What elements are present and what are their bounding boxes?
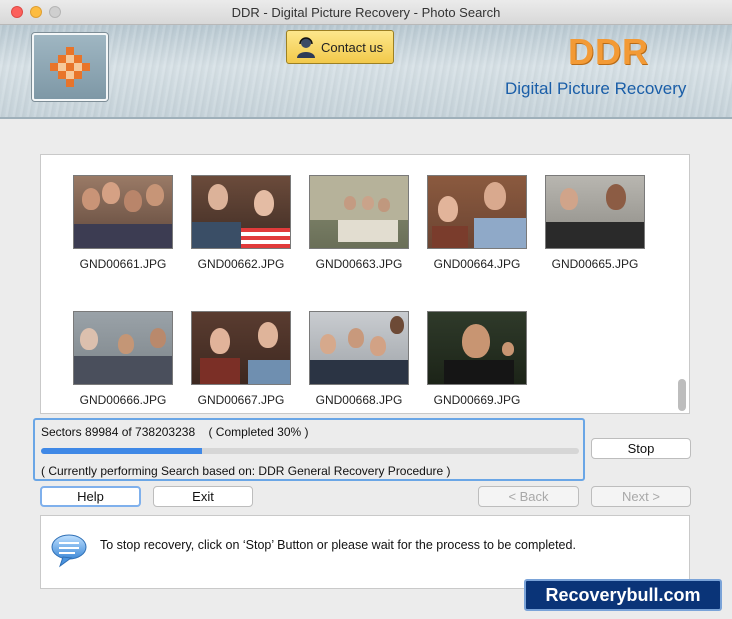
photo-filename: GND00666.JPG [79, 393, 167, 407]
support-agent-icon [295, 36, 317, 63]
photo-image [309, 311, 409, 385]
photo-thumbnail[interactable]: GND00666.JPG [73, 311, 173, 407]
brand-name: DDR [568, 31, 649, 72]
next-button[interactable]: Next > [591, 486, 691, 507]
photo-filename: GND00662.JPG [197, 257, 285, 271]
photo-filename: GND00667.JPG [197, 393, 285, 407]
exit-button[interactable]: Exit [153, 486, 253, 507]
photo-thumbnail[interactable]: GND00668.JPG [309, 311, 409, 407]
photo-image [191, 311, 291, 385]
progress-panel: Sectors 89984 of 738203238 ( Completed 3… [33, 418, 585, 481]
progress-bar [41, 448, 579, 454]
back-button[interactable]: < Back [478, 486, 579, 507]
photo-thumbnail[interactable]: GND00667.JPG [191, 311, 291, 407]
photo-thumbnail[interactable]: GND00669.JPG [427, 311, 527, 407]
progress-bar-fill [41, 448, 203, 454]
photo-thumbnail[interactable]: GND00661.JPG [73, 175, 173, 271]
contact-us-label: Contact us [321, 40, 384, 55]
photo-image [309, 175, 409, 249]
photo-thumbnail[interactable]: GND00663.JPG [309, 175, 409, 271]
stop-button[interactable]: Stop [591, 438, 691, 459]
info-panel: To stop recovery, click on ‘Stop’ Button… [40, 515, 690, 589]
photo-filename: GND00665.JPG [551, 257, 639, 271]
contact-us-button[interactable]: Contact us [286, 30, 394, 64]
info-message: To stop recovery, click on ‘Stop’ Button… [100, 538, 576, 552]
watermark-logo: Recoverybull.com [524, 579, 722, 611]
product-subtitle: Digital Picture Recovery [505, 79, 687, 98]
photo-image [427, 175, 527, 249]
current-operation-text: ( Currently performing Search based on: … [41, 464, 451, 478]
photo-filename: GND00664.JPG [433, 257, 521, 271]
title-bar: DDR - Digital Picture Recovery - Photo S… [0, 0, 732, 25]
app-logo [32, 33, 108, 101]
app-logo-icon [50, 47, 90, 87]
sectors-progress-text: Sectors 89984 of 738203238 ( Completed 3… [41, 425, 309, 439]
gallery-scrollbar[interactable] [678, 379, 686, 411]
photo-filename: GND00668.JPG [315, 393, 403, 407]
help-button[interactable]: Help [40, 486, 141, 507]
window-title: DDR - Digital Picture Recovery - Photo S… [231, 5, 501, 20]
photo-thumbnail[interactable]: GND00665.JPG [545, 175, 645, 271]
photo-image [427, 311, 527, 385]
photo-filename: GND00669.JPG [433, 393, 521, 407]
photo-image [73, 311, 173, 385]
header-banner: Contact us DDR Digital Picture Recovery [0, 25, 732, 119]
photo-filename: GND00661.JPG [79, 257, 167, 271]
speech-bubble-icon [49, 530, 89, 575]
photo-image [545, 175, 645, 249]
photo-image [191, 175, 291, 249]
photo-filename: GND00663.JPG [315, 257, 403, 271]
photo-thumbnail[interactable]: GND00662.JPG [191, 175, 291, 271]
photo-image [73, 175, 173, 249]
photo-thumbnail[interactable]: GND00664.JPG [427, 175, 527, 271]
photo-gallery: GND00661.JPG GND00662.JPG GND00663.JPG G… [40, 154, 690, 414]
